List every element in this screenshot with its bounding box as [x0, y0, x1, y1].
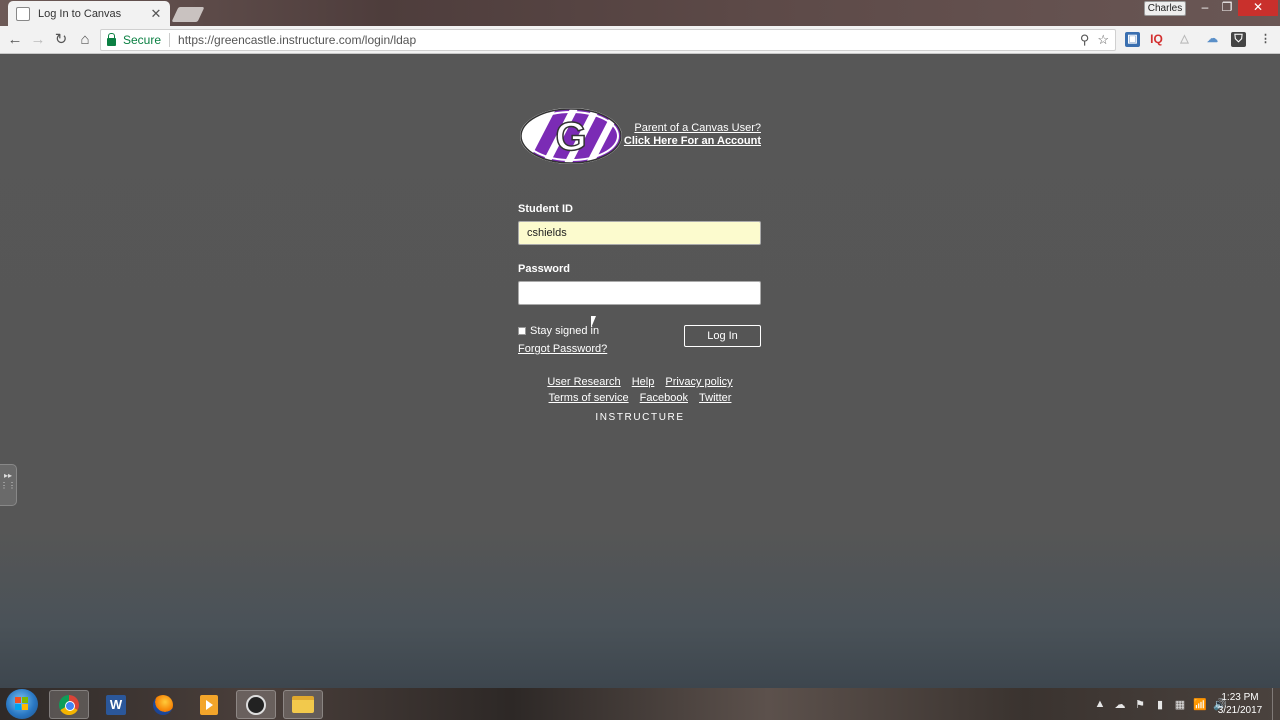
stay-signed-in[interactable]: Stay signed in	[518, 325, 599, 337]
action-center-flag-icon[interactable]: ⚑	[1130, 698, 1150, 711]
clock-date: 3/21/2017	[1217, 705, 1263, 716]
omnibox-divider	[169, 33, 171, 47]
terms-of-service-link[interactable]: Terms of service	[549, 392, 629, 404]
twitter-link[interactable]: Twitter	[699, 392, 731, 404]
taskbar-media-player-button[interactable]	[189, 690, 229, 719]
footer-links: User Research Help Privacy policy Terms …	[518, 374, 762, 423]
log-in-button[interactable]: Log In	[684, 325, 761, 347]
login-form: G Parent of a Canvas User? Click Here Fo…	[518, 107, 762, 375]
obs-icon	[246, 694, 266, 715]
facebook-link[interactable]: Facebook	[640, 392, 688, 404]
close-window-button[interactable]: ✕	[1238, 0, 1278, 16]
battery-icon[interactable]: ▮	[1150, 698, 1170, 711]
windows-taskbar: W ▲ ☁ ⚑ ▮ ▦ 📶 🔊 1:23 PM 3/21/2017	[0, 688, 1280, 720]
browser-menu-icon[interactable]: ⋮	[1258, 32, 1273, 47]
bookmark-star-icon[interactable]: ☆	[1097, 32, 1109, 48]
firefox-icon	[153, 694, 173, 715]
search-icon[interactable]: ⚲	[1080, 32, 1090, 48]
help-link[interactable]: Help	[632, 376, 655, 388]
home-icon[interactable]: ⌂	[75, 30, 95, 50]
browser-toolbar: ← → ↻ ⌂ Secure https://greencastle.instr…	[0, 26, 1280, 54]
system-tray: ▲ ☁ ⚑ ▮ ▦ 📶 🔊	[1090, 694, 1230, 714]
drive-extension-icon[interactable]: △	[1177, 32, 1192, 47]
taskbar-word-button[interactable]: W	[96, 690, 136, 719]
chrome-icon	[59, 694, 79, 715]
school-logo-icon: G	[520, 108, 622, 164]
signal-icon[interactable]: 📶	[1190, 698, 1210, 711]
url-text[interactable]: https://greencastle.instructure.com/logi…	[178, 33, 1072, 47]
back-arrow-icon[interactable]: ←	[5, 30, 25, 50]
media-player-icon	[200, 694, 218, 715]
shield-extension-icon[interactable]: ⛉	[1231, 32, 1246, 47]
mouse-cursor-icon	[591, 316, 601, 328]
canvas-favicon-icon	[16, 6, 30, 21]
side-panel-handle-icon[interactable]: ▸▸ ⋮⋮	[0, 464, 17, 506]
maximize-button[interactable]: ❐	[1216, 0, 1238, 16]
cloud-extension-icon[interactable]: ☁	[1205, 32, 1220, 47]
user-research-link[interactable]: User Research	[547, 376, 620, 388]
browser-tab[interactable]: Log In to Canvas ✕	[8, 1, 170, 26]
address-bar[interactable]: Secure https://greencastle.instructure.c…	[100, 29, 1116, 51]
footer-row-1: User Research Help Privacy policy	[518, 374, 762, 390]
taskbar-chrome-button[interactable]	[49, 690, 89, 719]
logo-area: G Parent of a Canvas User? Click Here Fo…	[518, 107, 762, 167]
browser-titlebar: Log In to Canvas ✕ Charles – ❐ ✕	[0, 0, 1280, 26]
show-hidden-icons-icon[interactable]: ▲	[1090, 698, 1110, 710]
show-desktop-button[interactable]	[1272, 688, 1280, 720]
extension-1-icon[interactable]: ▣	[1125, 32, 1140, 47]
login-actions-row: Stay signed in Forgot Password? Log In	[518, 316, 762, 375]
privacy-policy-link[interactable]: Privacy policy	[665, 376, 732, 388]
stay-signed-in-label[interactable]: Stay signed in	[530, 325, 599, 337]
logo-letter: G	[555, 115, 586, 159]
tab-close-icon[interactable]: ✕	[150, 6, 162, 22]
password-label: Password	[518, 263, 570, 275]
word-icon: W	[106, 694, 126, 715]
instructure-brand[interactable]: INSTRUCTURE	[518, 412, 762, 423]
parent-links: Parent of a Canvas User? Click Here For …	[624, 122, 761, 148]
new-tab-button[interactable]	[171, 7, 205, 22]
secure-label[interactable]: Secure	[123, 33, 161, 47]
student-id-input[interactable]	[518, 221, 761, 245]
clock-time: 1:23 PM	[1221, 692, 1259, 703]
reload-icon[interactable]: ↻	[51, 30, 71, 50]
forward-arrow-icon[interactable]: →	[28, 30, 48, 50]
lock-icon[interactable]	[107, 32, 116, 46]
system-clock[interactable]: 1:23 PM 3/21/2017	[1212, 691, 1268, 717]
profile-button[interactable]: Charles	[1144, 1, 1186, 16]
student-id-label: Student ID	[518, 203, 573, 215]
start-button[interactable]	[6, 689, 38, 719]
windows-logo-icon	[15, 697, 29, 711]
footer-row-2: Terms of service Facebook Twitter	[518, 390, 762, 406]
onedrive-icon[interactable]: ☁	[1110, 698, 1130, 711]
iq-extension-icon[interactable]: IQ	[1149, 32, 1164, 47]
taskbar-obs-button[interactable]	[236, 690, 276, 719]
folder-icon	[292, 696, 314, 713]
forgot-password-link[interactable]: Forgot Password?	[518, 343, 607, 355]
create-account-link[interactable]: Click Here For an Account	[624, 135, 761, 148]
tab-title: Log In to Canvas	[38, 7, 122, 20]
password-input[interactable]	[518, 281, 761, 305]
stay-signed-in-checkbox[interactable]	[518, 327, 526, 335]
network-icon[interactable]: ▦	[1170, 698, 1190, 711]
minimize-button[interactable]: –	[1194, 0, 1216, 16]
canvas-login-page: ▸▸ ⋮⋮ G Parent of a Canvas User? Click H…	[0, 55, 1280, 688]
taskbar-file-explorer-button[interactable]	[283, 690, 323, 719]
taskbar-firefox-button[interactable]	[143, 690, 183, 719]
parent-of-canvas-user-link[interactable]: Parent of a Canvas User?	[624, 122, 761, 135]
